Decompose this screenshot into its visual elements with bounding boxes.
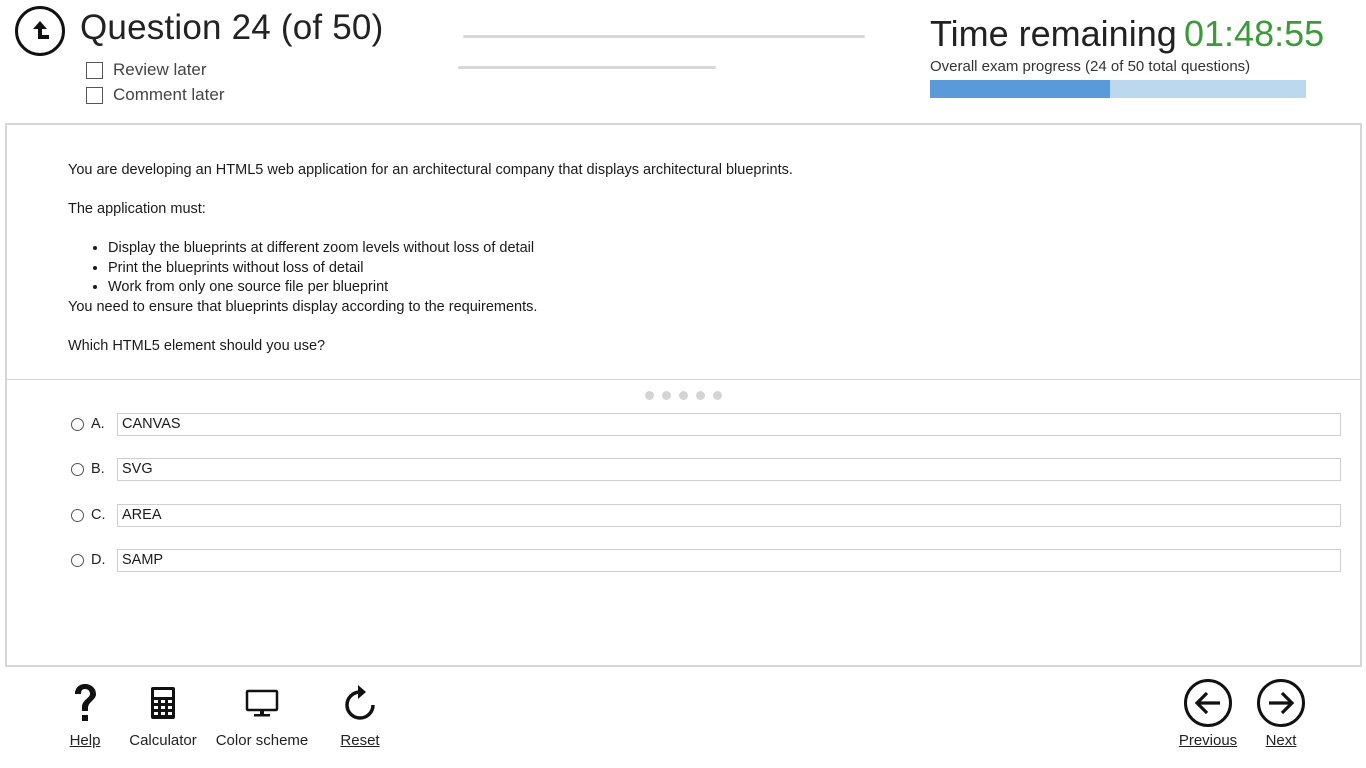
panel-divider[interactable]	[7, 379, 1360, 380]
answer-radio-a[interactable]	[71, 417, 84, 431]
color-scheme-button[interactable]: Color scheme	[214, 680, 310, 749]
question-intro: You are developing an HTML5 web applicat…	[68, 162, 793, 178]
reset-label: Reset	[340, 732, 380, 749]
answer-radio-d[interactable]	[71, 553, 84, 567]
left-arrow-icon	[1184, 679, 1232, 727]
previous-icon-wrap	[1184, 679, 1232, 727]
answer-option-a[interactable]: A. CANVAS	[71, 412, 1341, 436]
requirement-item: Print the blueprints without loss of det…	[108, 259, 1298, 279]
answer-text[interactable]: SAMP	[117, 548, 1341, 572]
question-mark-icon	[71, 680, 99, 726]
answer-text[interactable]: CANVAS	[117, 412, 1341, 436]
question-panel: You are developing an HTML5 web applicat…	[5, 123, 1362, 667]
calculator-button[interactable]: Calculator	[126, 680, 200, 749]
answer-option-d[interactable]: D. SAMP	[71, 548, 1341, 572]
next-label: Next	[1265, 732, 1297, 749]
requirements-list: Display the blueprints at different zoom…	[68, 239, 1298, 298]
answer-text[interactable]: AREA	[117, 503, 1341, 527]
answer-letter: D.	[91, 552, 106, 568]
review-later-checkbox[interactable]: Review later	[86, 60, 207, 80]
answer-option-c[interactable]: C. AREA	[71, 503, 1341, 527]
answer-letter: C.	[91, 507, 106, 523]
answer-letter: A.	[91, 416, 105, 432]
exam-progress-fill	[930, 80, 1111, 98]
help-label: Help	[69, 732, 101, 749]
question-prompt: Which HTML5 element should you use?	[68, 337, 326, 354]
answer-radio-b[interactable]	[71, 462, 84, 476]
reset-button[interactable]: Reset	[334, 680, 386, 749]
question-title: Question 24 (of 50)	[80, 8, 384, 47]
review-later-box[interactable]	[86, 61, 103, 79]
answer-radio-c[interactable]	[71, 508, 84, 522]
exam-progress-text: Overall exam progress (24 of 50 total qu…	[930, 58, 1251, 75]
header-decor-line	[458, 66, 716, 69]
previous-label: Previous	[1178, 732, 1238, 749]
comment-later-checkbox[interactable]: Comment later	[86, 85, 224, 105]
splitter-handle[interactable]	[645, 391, 722, 400]
answer-option-b[interactable]: B. SVG	[71, 457, 1341, 481]
splitter-dot	[645, 391, 654, 400]
header-decor-line	[463, 35, 865, 38]
time-remaining-label: Time remaining	[930, 13, 1177, 54]
color-scheme-label: Color scheme	[215, 732, 309, 749]
exam-header: Question 24 (of 50) Review later Comment…	[0, 0, 1366, 122]
question-text: You are developing an HTML5 web applicat…	[68, 161, 1298, 376]
answer-letter: B.	[91, 461, 105, 477]
splitter-dot	[679, 391, 688, 400]
requirement-item: Display the blueprints at different zoom…	[108, 239, 1298, 259]
splitter-dot	[662, 391, 671, 400]
answer-text[interactable]: SVG	[117, 457, 1341, 481]
previous-button[interactable]: Previous	[1176, 679, 1240, 749]
right-arrow-icon	[1257, 679, 1305, 727]
requirement-item: Work from only one source file per bluep…	[108, 278, 1298, 298]
question-must: The application must:	[68, 201, 206, 217]
back-up-arrow-icon	[33, 21, 49, 39]
time-remaining-value: 01:48:55	[1184, 13, 1325, 54]
monitor-icon	[245, 680, 279, 726]
calculator-icon	[150, 680, 176, 726]
reset-arrow-icon	[342, 680, 378, 726]
question-need: You need to ensure that blueprints displ…	[68, 298, 538, 315]
back-button[interactable]	[15, 6, 65, 56]
review-later-label: Review later	[113, 60, 207, 79]
splitter-dot	[696, 391, 705, 400]
splitter-dot	[713, 391, 722, 400]
comment-later-box[interactable]	[86, 86, 103, 104]
exam-progress-bar	[930, 80, 1306, 98]
comment-later-label: Comment later	[113, 85, 225, 104]
help-button[interactable]: Help	[62, 680, 108, 749]
next-button[interactable]: Next	[1256, 679, 1306, 749]
calculator-label: Calculator	[129, 732, 197, 749]
next-icon-wrap	[1257, 679, 1305, 727]
